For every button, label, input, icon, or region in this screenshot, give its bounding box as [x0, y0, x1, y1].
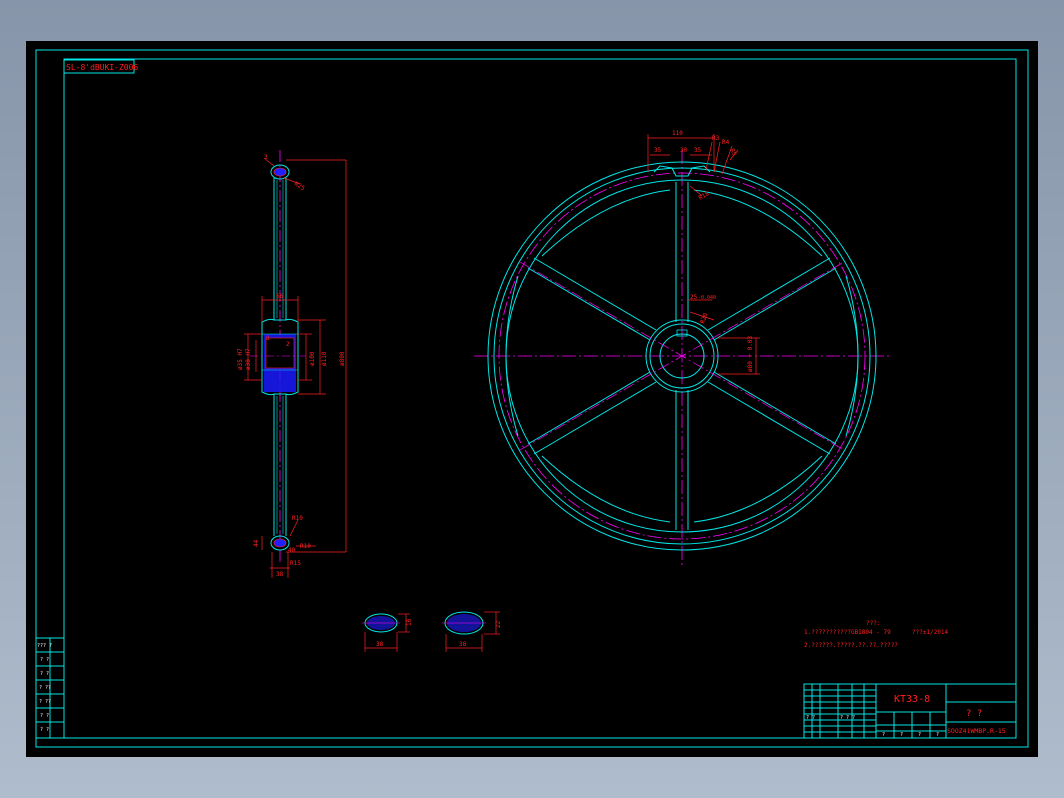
dim-label: R3 [712, 135, 720, 142]
title-code: KT33-8 [894, 694, 930, 705]
sidebar-row: ? ? [40, 713, 49, 719]
dim-label: 2 [286, 341, 290, 348]
dim-label: 40 [288, 547, 296, 554]
drawing-number: SOOZ41WMBP.R-15 [947, 727, 1006, 735]
stamp-label: SL-8'dBUKI-Z006 [66, 63, 138, 72]
dim-label: 110 [672, 130, 683, 137]
dim-label: 3 [264, 154, 268, 161]
notes-line2: 2.??????.?????.??.??.????? [804, 642, 898, 649]
sidebar-row: ? ? [40, 671, 49, 677]
sidebar-row: ? ? [40, 657, 49, 663]
notes-heading: ???: [866, 620, 880, 627]
dim-label: ø100 [309, 351, 316, 366]
dim-label: 38 [459, 641, 467, 648]
dim-label: R10 [292, 515, 303, 522]
title-small-mid: ? ? ? [840, 715, 855, 721]
dim-label: R4 [722, 139, 730, 146]
dim-label: 35 [694, 147, 702, 154]
dim-label: ø30 H7 [245, 348, 252, 370]
title-scale-cell: ? [882, 732, 885, 738]
dim-label: 8 [266, 335, 270, 342]
dim-label: -0.040 [698, 295, 716, 301]
dim-label: 25 [690, 294, 698, 301]
title-scale-cell: ? [900, 732, 903, 738]
sidebar-row: ? ?? [39, 699, 51, 705]
dim-label: 16 [406, 618, 413, 626]
dim-label: ø35 H7 [237, 348, 244, 370]
notes-line1: 1.???????????GB1804 - 79 [804, 629, 891, 636]
title-marks: ? ? [966, 709, 982, 719]
dim-label: ø110 [321, 351, 328, 366]
dim-label: 38 [376, 641, 384, 648]
cad-canvas[interactable]: SL-8'dBUKI-Z006 ??? ? ? ? ? ? ? ?? ? ?? … [0, 0, 1064, 798]
dim-label: 56 [276, 293, 284, 300]
dim-label: ø80 + 0.03 [747, 335, 754, 372]
dim-label: 44 [253, 539, 260, 547]
sidebar-row: ? ?? [39, 685, 51, 691]
dim-label: ø800 [339, 351, 346, 366]
dim-label: R15 [290, 560, 301, 567]
title-small-left: ? ? [806, 715, 815, 721]
dim-label: 38 [276, 571, 284, 578]
title-scale-cell: ? [918, 732, 921, 738]
dim-label: 22 [495, 620, 502, 628]
dim-label: 35 [654, 147, 662, 154]
sidebar-row: ? ? [40, 727, 49, 733]
drawing-sheet [26, 41, 1038, 757]
dim-label: 30 [680, 147, 688, 154]
sidebar-row: ??? ? [37, 643, 52, 649]
dim-label: R10 [300, 543, 311, 550]
notes-line1-right: ???±1/2014 [912, 629, 949, 636]
title-scale-cell: ? [936, 732, 939, 738]
